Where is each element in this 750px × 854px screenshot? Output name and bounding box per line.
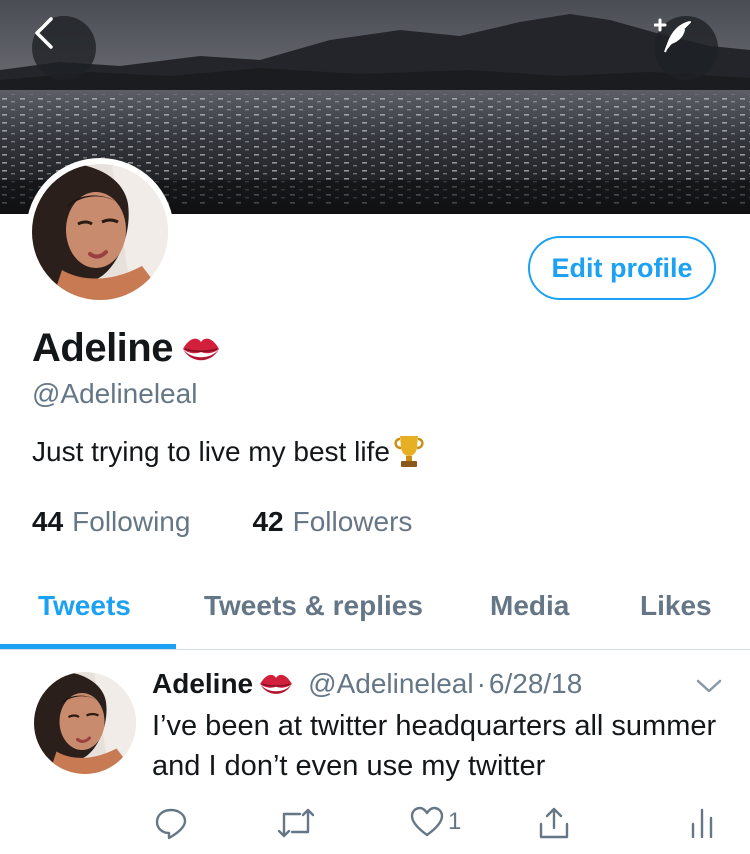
share-button[interactable]	[538, 806, 570, 840]
tweet-actions: 1	[0, 806, 750, 842]
tweet-separator: ·	[476, 668, 486, 699]
chevron-left-icon	[35, 17, 53, 49]
share-icon	[539, 807, 569, 839]
back-button[interactable]	[32, 16, 96, 80]
like-button[interactable]: 1	[410, 806, 461, 838]
tweet-author-handle: @Adelineleal	[308, 668, 474, 699]
tweet-date: 6/28/18	[488, 668, 583, 699]
kiss-mark-emoji	[182, 338, 219, 360]
edit-profile-button[interactable]: Edit profile	[528, 236, 716, 300]
compose-tweet-icon	[654, 18, 691, 53]
tweet-header: Adeline @Adelineleal · 6/28/18	[152, 668, 582, 700]
following-stat[interactable]: 44 Following	[32, 506, 190, 538]
chevron-down-icon	[696, 679, 722, 693]
compose-tweet-button[interactable]	[654, 16, 718, 80]
tweet-menu-button[interactable]	[696, 678, 722, 699]
followers-label: Followers	[292, 506, 413, 537]
profile-bio: Just trying to live my best life	[32, 434, 426, 470]
avatar-photo	[34, 672, 136, 774]
reply-button[interactable]	[154, 806, 188, 840]
following-count: 44	[32, 506, 64, 537]
bio-text: Just trying to live my best life	[32, 436, 390, 467]
tab-tweets-and-replies[interactable]: Tweets & replies	[204, 590, 423, 622]
analytics-button[interactable]	[690, 806, 714, 838]
tweet-text: I’ve been at twitter headquarters all su…	[152, 710, 717, 782]
reply-icon	[155, 808, 187, 840]
active-tab-indicator	[0, 644, 176, 649]
following-label: Following	[72, 506, 191, 537]
tab-media[interactable]: Media	[490, 590, 569, 622]
heart-icon	[410, 806, 444, 837]
tweet-avatar[interactable]	[34, 672, 136, 774]
trophy-emoji	[394, 436, 424, 467]
analytics-icon	[691, 808, 713, 838]
profile-stats: 44 Following 42 Followers	[32, 506, 412, 538]
tab-likes[interactable]: Likes	[640, 590, 712, 622]
tab-tweets[interactable]: Tweets	[38, 590, 131, 622]
retweet-button[interactable]	[276, 806, 316, 840]
profile-avatar[interactable]	[26, 158, 174, 306]
followers-stat[interactable]: 42 Followers	[252, 506, 412, 538]
retweet-icon	[277, 808, 315, 838]
profile-name-row: Adeline	[32, 326, 221, 371]
avatar-photo	[32, 164, 168, 300]
profile-tabs: Tweets Tweets & replies Media Likes	[0, 578, 750, 650]
like-count: 1	[448, 808, 462, 835]
profile-handle: @Adelineleal	[32, 378, 198, 409]
profile-name: Adeline	[32, 326, 173, 370]
followers-count: 42	[252, 506, 284, 537]
kiss-mark-emoji	[260, 674, 293, 694]
tweet-author-name[interactable]: Adeline	[152, 668, 253, 700]
